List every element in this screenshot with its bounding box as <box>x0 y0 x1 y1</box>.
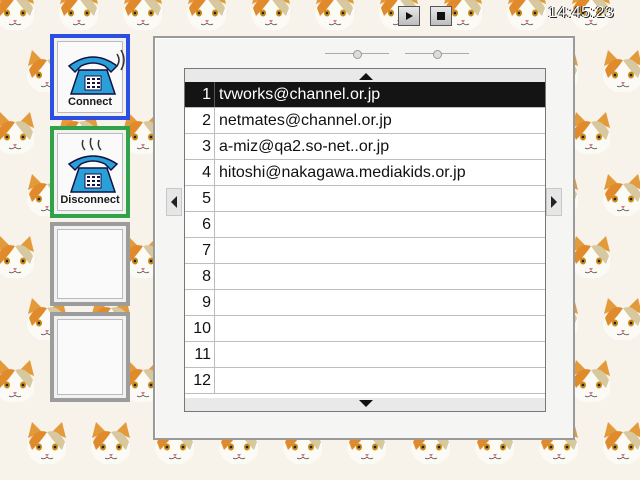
cat-face-icon <box>315 0 354 30</box>
email-address: a-miz@qa2.so-net..or.jp <box>219 138 390 155</box>
list-item[interactable]: 8 <box>185 264 545 290</box>
cat-face-icon <box>187 0 226 30</box>
row-number: 6 <box>185 212 215 237</box>
arrow-up-icon <box>359 73 373 80</box>
cat-face-icon <box>91 422 130 464</box>
cat-face-icon <box>251 0 290 30</box>
row-number: 2 <box>185 108 215 133</box>
row-number: 7 <box>185 238 215 263</box>
list-item[interactable]: 7 <box>185 238 545 264</box>
cat-face-icon <box>603 422 640 464</box>
scroll-down-button[interactable] <box>185 398 545 411</box>
row-number: 12 <box>185 368 215 393</box>
arrow-left-icon <box>171 196 177 208</box>
cat-face-icon <box>0 112 34 154</box>
scroll-up-button[interactable] <box>185 69 545 82</box>
email-address: hitoshi@nakagawa.mediakids.or.jp <box>219 164 466 181</box>
list-item[interactable]: 4 hitoshi@nakagawa.mediakids.or.jp <box>185 160 545 186</box>
row-number: 8 <box>185 264 215 289</box>
stop-icon <box>437 12 445 20</box>
empty-slot-face <box>57 229 123 299</box>
cat-face-icon <box>603 298 640 340</box>
stop-button[interactable] <box>430 6 452 26</box>
list-item[interactable]: 6 <box>185 212 545 238</box>
list-item[interactable]: 12 <box>185 368 545 394</box>
arrow-right-icon <box>551 196 557 208</box>
phone-hangup-icon <box>67 137 119 193</box>
row-number: 1 <box>185 82 215 107</box>
disconnect-label: Disconnect <box>60 194 120 206</box>
connect-button-face: Connect <box>57 41 125 113</box>
row-number: 3 <box>185 134 215 159</box>
slider-knob[interactable] <box>353 50 362 59</box>
email-address: netmates@channel.or.jp <box>219 112 392 129</box>
list-item[interactable]: 1 tvworks@channel.or.jp <box>185 82 545 108</box>
cat-face-icon <box>0 0 34 30</box>
cat-face-icon <box>603 50 640 92</box>
connect-button[interactable]: Connect <box>50 34 130 120</box>
disconnect-button-face: Disconnect <box>57 133 123 211</box>
cat-face-icon <box>0 360 34 402</box>
play-icon <box>406 12 413 20</box>
list-item[interactable]: 9 <box>185 290 545 316</box>
list-item[interactable]: 11 <box>185 342 545 368</box>
row-number: 4 <box>185 160 215 185</box>
connect-label: Connect <box>68 96 112 108</box>
cat-face-icon <box>507 0 546 30</box>
disconnect-button[interactable]: Disconnect <box>50 126 130 218</box>
row-number: 11 <box>185 342 215 367</box>
clock: 14:45:23 <box>548 4 615 21</box>
slider-knob[interactable] <box>433 50 442 59</box>
scroll-right-button[interactable] <box>546 188 562 216</box>
row-number: 5 <box>185 186 215 211</box>
list-item[interactable]: 10 <box>185 316 545 342</box>
list-item[interactable]: 3 a-miz@qa2.so-net..or.jp <box>185 134 545 160</box>
scroll-left-button[interactable] <box>166 188 182 216</box>
empty-slot-face <box>57 319 123 395</box>
empty-slot-button[interactable] <box>50 312 130 402</box>
row-number: 9 <box>185 290 215 315</box>
list-item[interactable]: 5 <box>185 186 545 212</box>
play-button[interactable] <box>398 6 420 26</box>
address-list: 1 tvworks@channel.or.jp 2 netmates@channel.… <box>184 68 546 412</box>
cat-face-icon <box>603 174 640 216</box>
arrow-down-icon <box>359 400 373 407</box>
row-number: 10 <box>185 316 215 341</box>
cat-face-icon <box>123 0 162 30</box>
empty-slot-button[interactable] <box>50 222 130 306</box>
list-item[interactable]: 2 netmates@channel.or.jp <box>185 108 545 134</box>
phone-ringing-icon <box>67 49 125 95</box>
cat-face-icon <box>59 0 98 30</box>
cat-face-icon <box>0 236 34 278</box>
email-address: tvworks@channel.or.jp <box>219 86 381 103</box>
cat-face-icon <box>27 422 66 464</box>
